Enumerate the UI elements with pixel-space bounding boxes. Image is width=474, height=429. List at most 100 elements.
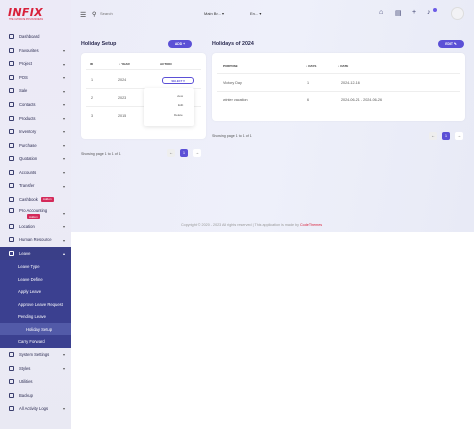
addon-badge: Addon — [40, 196, 54, 202]
row-year: 2024 — [118, 78, 127, 82]
log-icon — [9, 406, 14, 412]
dropdown-view[interactable]: view — [177, 94, 183, 98]
submenu-approve-leave-request[interactable]: Approve Leave Request — [0, 298, 71, 311]
chevron-down-icon: ▾ — [62, 88, 65, 94]
avatar[interactable] — [451, 7, 464, 20]
submenu-leave-type[interactable]: Leave Type — [0, 260, 71, 273]
chevron-down-icon: ▾ — [62, 142, 65, 148]
submenu-apply-leave[interactable]: Apply Leave — [0, 285, 71, 298]
page-1-button[interactable]: 1 — [180, 149, 188, 157]
chevron-down-icon: ▾ — [222, 11, 225, 16]
chevron-down-icon: ▾ — [62, 102, 65, 108]
sidebar-item-pos[interactable]: POS ▾ — [0, 71, 71, 85]
sidebar-item-utilities[interactable]: Utilities — [0, 375, 71, 389]
row-id: 3 — [91, 114, 94, 118]
palette-icon — [9, 365, 14, 371]
row-year: 2015 — [118, 114, 127, 118]
edit-button[interactable]: EDIT ✎ — [438, 40, 464, 48]
plus-icon: + — [183, 42, 186, 46]
footer-brand-link[interactable]: CodeThemes — [300, 223, 322, 227]
leave-icon — [9, 251, 14, 257]
notification-dot — [433, 8, 437, 12]
sidebar-item-contacts[interactable]: Contacts ▾ — [0, 98, 71, 112]
row-purpose: winter vacation — [223, 98, 248, 102]
accounts-icon — [9, 169, 14, 175]
add-button[interactable]: ADD + — [168, 40, 192, 48]
submenu-carry-forward[interactable]: Carry Forward — [0, 335, 71, 348]
holiday-setup-title: Holiday Setup — [81, 41, 117, 47]
col-year[interactable]: ↓ YEAR — [119, 62, 130, 66]
plus-icon[interactable]: + — [412, 9, 416, 16]
chevron-down-icon: ▾ — [62, 48, 65, 54]
sidebar-item-favourites[interactable]: Favourites ▾ — [0, 44, 71, 58]
sidebar-item-cashbook[interactable]: Cashbook Addon — [0, 193, 71, 207]
chevron-down-icon: ▾ — [62, 352, 65, 358]
divider — [217, 91, 460, 92]
prev-page-button[interactable]: ← — [429, 132, 437, 140]
sidebar-item-backup[interactable]: Backup — [0, 388, 71, 402]
cashbook-icon — [9, 196, 14, 202]
page-1-button[interactable]: 1 — [442, 132, 450, 140]
chevron-down-icon: ▾ — [183, 79, 185, 83]
search-input[interactable] — [100, 11, 150, 16]
chevron-down-icon: ▾ — [62, 224, 65, 230]
pagination-info: Showing page 1 to 1 of 1 — [212, 134, 252, 138]
branch-select[interactable]: Main Br... ▾ — [204, 11, 224, 16]
sidebar-item-inventory[interactable]: Inventory ▾ — [0, 125, 71, 139]
chevron-down-icon: ▾ — [62, 365, 65, 371]
col-date[interactable]: ↓ DATE — [338, 64, 348, 68]
next-page-button[interactable]: → — [193, 149, 201, 157]
sidebar-item-project[interactable]: Project ▾ — [0, 57, 71, 71]
col-purpose: PURPOSE — [223, 64, 238, 68]
sidebar-item-styles[interactable]: Styles ▾ — [0, 361, 71, 375]
folder-icon — [9, 61, 14, 67]
backup-icon — [9, 392, 14, 398]
sidebar-item-products[interactable]: Products ▾ — [0, 111, 71, 125]
leave-submenu: Leave Type Leave Define Apply Leave Appr… — [0, 260, 71, 348]
sidebar-item-location[interactable]: Location ▾ — [0, 220, 71, 234]
menu-icon[interactable]: ☰ — [80, 11, 86, 19]
row-days: 6 — [307, 98, 310, 102]
logo-subtitle: THE ULTIMATE POS BUSINESS — [9, 19, 43, 21]
sidebar-item-activity-logs[interactable]: All Activity Logs ▾ — [0, 402, 71, 416]
action-dropdown — [144, 88, 194, 126]
sidebar-item-system-settings[interactable]: System Settings ▾ — [0, 348, 71, 362]
sidebar-item-leave[interactable]: Leave ▴ — [0, 246, 71, 261]
sidebar-item-purchase[interactable]: Purchase ▾ — [0, 138, 71, 152]
sidebar-item-accounts[interactable]: Accounts ▾ — [0, 165, 71, 179]
submenu-leave-define[interactable]: Leave Define — [0, 273, 71, 286]
edit-icon: ✎ — [453, 42, 457, 46]
chevron-down-icon: ▾ — [62, 129, 65, 135]
row-date: 2024-12-16 — [341, 81, 360, 85]
gear-icon — [9, 352, 14, 358]
sidebar-item-dashboard[interactable]: Dashboard — [0, 30, 71, 44]
sidebar-item-pro-accounting[interactable]: Pro Accounting Addon ▾ — [0, 206, 71, 220]
next-page-button[interactable]: → — [455, 132, 463, 140]
utilities-icon — [9, 379, 14, 385]
submenu-pending-leave[interactable]: Pending Leave — [0, 310, 71, 323]
col-days[interactable]: ↓ DAYS — [306, 64, 316, 68]
topbar: ☰ ⚲ Main Br... ▾ En... ▾ ⌂ ▤ + ♪ — [71, 0, 474, 30]
dropdown-edit[interactable]: Edit — [178, 103, 183, 107]
col-id[interactable]: ID — [90, 62, 93, 66]
row-date: 2024-06-21 - 2024-06-26 — [341, 98, 383, 102]
dropdown-delete[interactable]: Delete — [174, 113, 183, 117]
sidebar-item-quotation[interactable]: Quotation ▾ — [0, 152, 71, 166]
row-year: 2023 — [118, 96, 127, 100]
logo[interactable]: INFIX THE ULTIMATE POS BUSINESS — [8, 6, 48, 24]
language-select[interactable]: En... ▾ — [250, 11, 261, 16]
select-action-button[interactable]: SELECT ▾ — [162, 77, 194, 84]
calculator-icon[interactable]: ▤ — [395, 9, 402, 17]
chevron-down-icon: ▾ — [62, 115, 65, 121]
bell-icon[interactable]: ♪ — [427, 9, 431, 16]
bank-icon[interactable]: ⌂ — [379, 9, 383, 16]
sidebar-item-sale[interactable]: Sale ▾ — [0, 84, 71, 98]
chevron-down-icon: ▾ — [259, 11, 262, 16]
sidebar-item-human-resource[interactable]: Human Resource ▾ — [0, 233, 71, 247]
chevron-down-icon: ▾ — [62, 406, 65, 412]
pagination-info: Showing page 1 to 1 of 1 — [81, 152, 121, 156]
pos-icon — [9, 74, 14, 80]
prev-page-button[interactable]: ← — [167, 149, 175, 157]
submenu-holiday-setup[interactable]: Holiday Setup — [0, 322, 71, 336]
sidebar-item-transfer[interactable]: Transfer ▾ — [0, 179, 71, 193]
